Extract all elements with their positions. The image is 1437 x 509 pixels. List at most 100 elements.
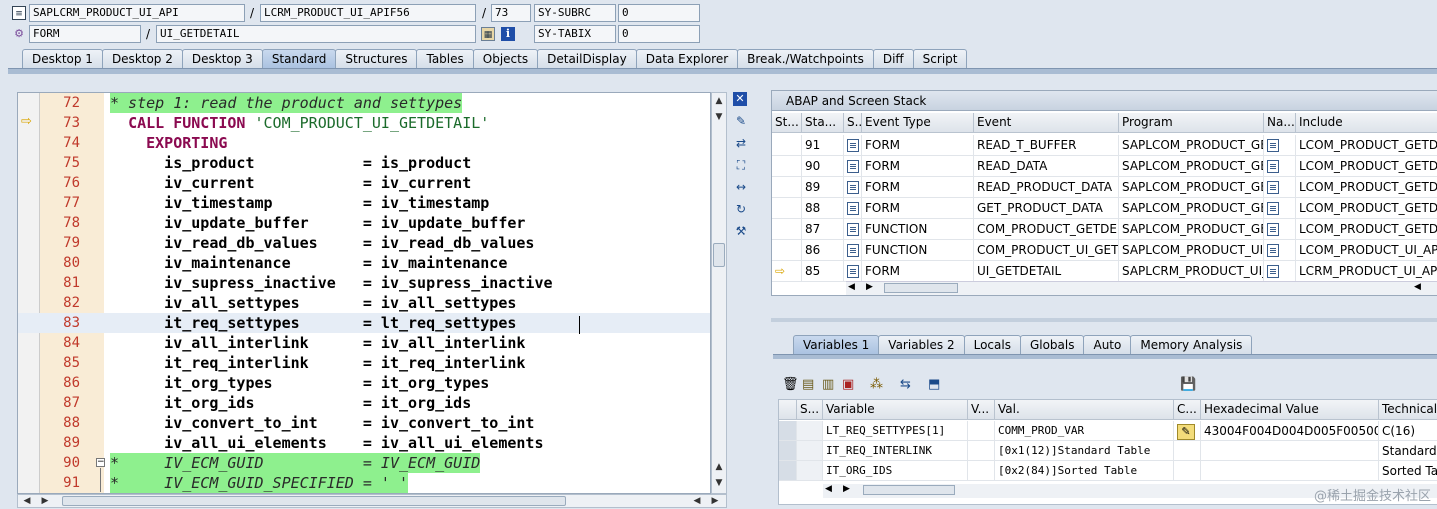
stack-row-marker[interactable]	[772, 240, 802, 261]
resize-tool-icon[interactable]: ↔	[732, 178, 750, 196]
stack-include[interactable]: LCOM_PRODUCT_GETDE...	[1296, 219, 1437, 240]
code-line[interactable]: 86 it_org_types = it_org_types	[18, 373, 710, 393]
var-status[interactable]	[797, 441, 823, 461]
row-selector[interactable]	[779, 461, 797, 481]
var-status[interactable]	[797, 461, 823, 481]
stack-event[interactable]: READ_DATA	[974, 156, 1119, 177]
row-selector[interactable]	[779, 441, 797, 461]
stack-column-header[interactable]: Program	[1119, 113, 1264, 133]
variables-column-header[interactable]: Val.	[995, 400, 1174, 420]
code-line[interactable]: 77 iv_timestamp = iv_timestamp	[18, 193, 710, 213]
stack-event-type[interactable]: FORM	[862, 261, 974, 282]
navigate-doc-icon[interactable]	[1267, 244, 1279, 257]
stack-program[interactable]: SAPLCRM_PRODUCT_UI_...	[1119, 261, 1264, 282]
stack-level[interactable]: 85	[802, 261, 844, 282]
hex-value[interactable]	[1201, 441, 1379, 461]
stack-row-marker[interactable]: ⇨	[772, 261, 802, 282]
collapse-block-icon[interactable]: −	[96, 458, 105, 467]
code-line[interactable]: 91 * IV_ECM_GUID_SPECIFIED = ' '	[18, 473, 710, 493]
stack-level[interactable]: 88	[802, 198, 844, 219]
code-line[interactable]: 76 iv_current = iv_current	[18, 173, 710, 193]
event-type-field[interactable]: FORM	[29, 25, 141, 43]
info-icon[interactable]: i	[501, 27, 515, 41]
var-status[interactable]	[797, 421, 823, 441]
stack-type-icon-cell[interactable]	[844, 135, 862, 156]
maximize-tool-icon[interactable]: ⛶	[732, 156, 750, 174]
scroll-up-icon[interactable]: ▲	[712, 95, 726, 107]
stack-include[interactable]: LCOM_PRODUCT_UI_API...	[1296, 240, 1437, 261]
tab-structures[interactable]: Structures	[335, 49, 418, 69]
stack-event-type[interactable]: FORM	[862, 177, 974, 198]
stack-type-icon-cell[interactable]	[844, 240, 862, 261]
code-line[interactable]: 72 * step 1: read the product and settype…	[18, 93, 710, 113]
code-line[interactable]: 88 iv_convert_to_int = iv_convert_to_int	[18, 413, 710, 433]
code-line[interactable]: 87 it_org_ids = it_org_ids	[18, 393, 710, 413]
vartab-variables-1[interactable]: Variables 1	[793, 335, 880, 355]
scroll-left-icon[interactable]: ◀	[20, 495, 34, 507]
stack-type-icon-cell[interactable]	[844, 261, 862, 282]
row-selector[interactable]	[779, 421, 797, 441]
vartab-auto[interactable]: Auto	[1083, 335, 1132, 355]
technical-type[interactable]: Sorted Tal	[1379, 461, 1437, 481]
scroll-thumb[interactable]	[884, 283, 958, 293]
refresh-tool-icon[interactable]: ↻	[732, 200, 750, 218]
hex-value[interactable]: 43004F004D004D005F005000...	[1201, 421, 1379, 441]
var-change[interactable]	[1174, 441, 1201, 461]
technical-type[interactable]: Standard T	[1379, 441, 1437, 461]
stack-type-icon-cell[interactable]	[844, 177, 862, 198]
scroll-up-icon[interactable]: ▲	[712, 461, 726, 473]
code-line[interactable]: 85 it_req_interlink = it_req_interlink	[18, 353, 710, 373]
variables-column-header[interactable]: Variable	[823, 400, 968, 420]
stack-type-icon-cell[interactable]	[844, 198, 862, 219]
hierarchy-icon[interactable]: ⁂	[870, 377, 883, 392]
navigate-doc-icon[interactable]	[1267, 265, 1279, 278]
stack-level[interactable]: 89	[802, 177, 844, 198]
tab-detaildisplay[interactable]: DetailDisplay	[537, 49, 637, 69]
program-field[interactable]: SAPLCRM_PRODUCT_UI_API	[29, 4, 245, 22]
stack-include[interactable]: LCRM_PRODUCT_UI_API...	[1296, 261, 1437, 282]
stack-row-marker[interactable]	[772, 177, 802, 198]
code-line[interactable]: 90 * IV_ECM_GUID = IV_ECM_GUID	[18, 453, 710, 473]
stack-event[interactable]: READ_PRODUCT_DATA	[974, 177, 1119, 198]
stack-column-header[interactable]: Na...	[1264, 113, 1296, 133]
stack-nav-cell[interactable]	[1264, 135, 1296, 156]
stack-type-icon-cell[interactable]	[844, 156, 862, 177]
stack-nav-cell[interactable]	[1264, 261, 1296, 282]
stack-event-type[interactable]: FUNCTION	[862, 240, 974, 261]
scroll-right-icon[interactable]: ▶	[708, 495, 722, 507]
scroll-thumb[interactable]	[62, 496, 566, 506]
stack-event-type[interactable]: FORM	[862, 135, 974, 156]
tab-desktop-2[interactable]: Desktop 2	[101, 49, 183, 69]
stack-event[interactable]: READ_T_BUFFER	[974, 135, 1119, 156]
scroll-right-icon[interactable]: ▶	[843, 484, 850, 494]
hex-value[interactable]	[1201, 461, 1379, 481]
code-line[interactable]: 75 is_product = is_product	[18, 153, 710, 173]
vartab-locals[interactable]: Locals	[963, 335, 1021, 355]
var-change[interactable]: ✎	[1174, 421, 1201, 441]
navigate-doc-icon[interactable]	[1267, 139, 1279, 152]
scroll-down-icon[interactable]: ▼	[712, 111, 726, 123]
delete-icon[interactable]: 🗑	[782, 377, 799, 392]
editor-vertical-scrollbar[interactable]: ▲ ▼ ▲ ▼	[711, 92, 727, 494]
code-line[interactable]: 81 iv_supress_inactive = iv_supress_inac…	[18, 273, 710, 293]
technical-type[interactable]: C(16)	[1379, 421, 1437, 441]
folder-icon[interactable]: ⬒	[928, 377, 940, 392]
variables-column-header[interactable]: S...	[797, 400, 823, 420]
stack-column-header[interactable]: Sta...	[802, 113, 844, 133]
var1-value-field[interactable]: 0	[618, 4, 700, 22]
var1-name-field[interactable]: SY-SUBRC	[534, 4, 616, 22]
variable-value[interactable]: [0x1(12)]Standard Table	[995, 441, 1174, 461]
stack-column-header[interactable]: Event	[974, 113, 1119, 133]
variables-column-header[interactable]: Hexadecimal Value	[1201, 400, 1379, 420]
tab-diff[interactable]: Diff	[872, 49, 914, 69]
source-editor[interactable]: 72 * step 1: read the product and settype…	[17, 92, 711, 494]
stack-column-header[interactable]: Event Type	[862, 113, 974, 133]
variables-column-header[interactable]: C...	[1174, 400, 1201, 420]
column-icon[interactable]: ▥	[822, 377, 834, 392]
stack-program[interactable]: SAPLCOM_PRODUCT_GE...	[1119, 177, 1264, 198]
code-line[interactable]: 80 iv_maintenance = iv_maintenance	[18, 253, 710, 273]
include-field[interactable]: LCRM_PRODUCT_UI_APIF56	[260, 4, 476, 22]
scroll-down-icon[interactable]: ▼	[712, 477, 726, 489]
variable-name[interactable]: IT_REQ_INTERLINK	[823, 441, 968, 461]
stack-event-type[interactable]: FUNCTION	[862, 219, 974, 240]
